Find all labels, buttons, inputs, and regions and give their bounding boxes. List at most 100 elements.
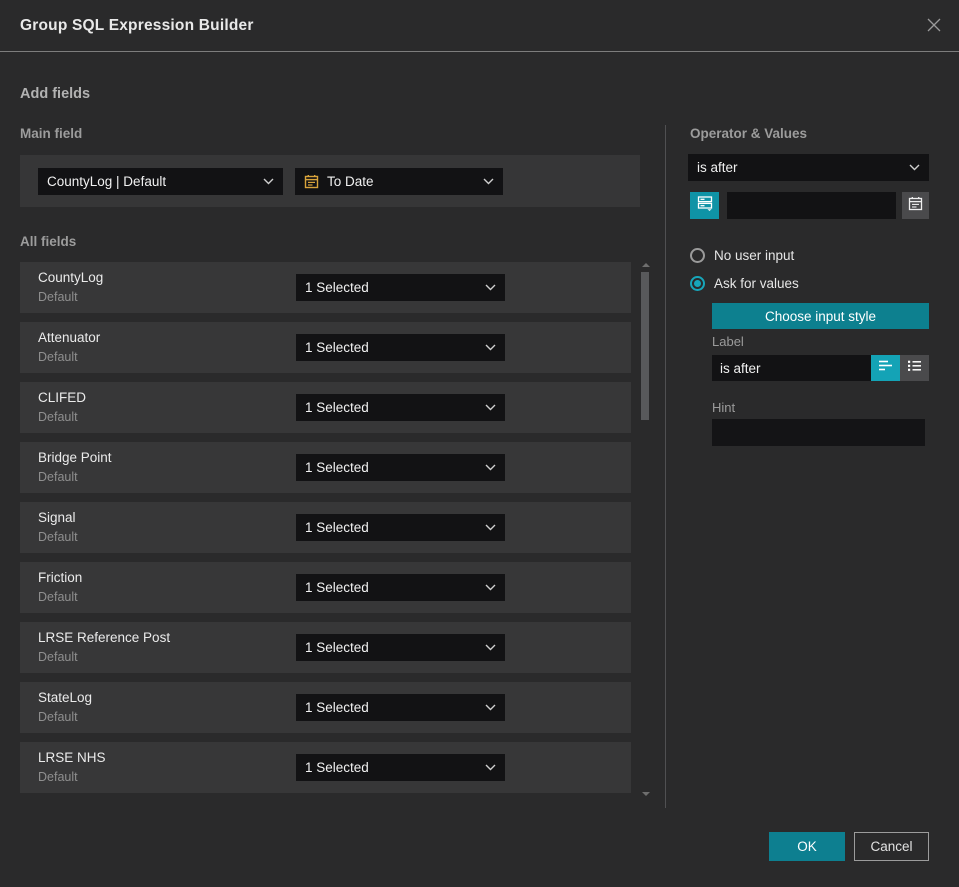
field-count-select-value: 1 Selected bbox=[305, 760, 369, 775]
field-name: LRSE Reference Post bbox=[38, 630, 171, 645]
date-type-select-value: To Date bbox=[327, 174, 374, 189]
chevron-down-icon bbox=[485, 764, 496, 771]
radio-ask-for-values[interactable]: Ask for values bbox=[690, 274, 799, 292]
date-type-select[interactable]: To Date bbox=[295, 168, 503, 195]
field-count-select-value: 1 Selected bbox=[305, 280, 369, 295]
scrollbar-down-arrow[interactable] bbox=[642, 792, 650, 796]
field-row: Friction Default 1 Selected bbox=[20, 562, 631, 613]
choose-input-style-button[interactable]: Choose input style bbox=[712, 303, 929, 329]
align-left-icon bbox=[878, 359, 893, 377]
dialog-titlebar: Group SQL Expression Builder bbox=[0, 0, 959, 52]
chevron-down-icon bbox=[485, 284, 496, 291]
radio-label: Ask for values bbox=[714, 275, 799, 291]
field-subtitle: Default bbox=[38, 470, 78, 484]
field-name: LRSE NHS bbox=[38, 750, 106, 765]
field-row: CLIFED Default 1 Selected bbox=[20, 382, 631, 433]
field-name: CountyLog bbox=[38, 270, 104, 285]
field-subtitle: Default bbox=[38, 530, 78, 544]
radio-on-icon bbox=[690, 275, 705, 291]
field-row: Signal Default 1 Selected bbox=[20, 502, 631, 553]
chevron-down-icon bbox=[485, 584, 496, 591]
field-count-select[interactable]: 1 Selected bbox=[296, 334, 505, 361]
field-row: CountyLog Default 1 Selected bbox=[20, 262, 631, 313]
field-count-select-value: 1 Selected bbox=[305, 700, 369, 715]
field-row: LRSE NHS Default 1 Selected bbox=[20, 742, 631, 793]
operator-values-heading: Operator & Values bbox=[690, 126, 808, 141]
field-count-select-value: 1 Selected bbox=[305, 340, 369, 355]
field-subtitle: Default bbox=[38, 590, 78, 604]
close-button[interactable] bbox=[921, 14, 947, 40]
field-count-select-value: 1 Selected bbox=[305, 400, 369, 415]
main-field-select-value: CountyLog | Default bbox=[47, 174, 167, 189]
operator-select[interactable]: is after bbox=[688, 154, 929, 181]
field-count-select[interactable]: 1 Selected bbox=[296, 694, 505, 721]
all-fields-heading: All fields bbox=[20, 234, 77, 249]
list-input-style-button[interactable] bbox=[900, 355, 929, 381]
main-field-heading: Main field bbox=[20, 126, 83, 141]
main-field-select[interactable]: CountyLog | Default bbox=[38, 168, 283, 195]
label-input[interactable] bbox=[712, 355, 871, 381]
values-from-layer-icon bbox=[697, 195, 713, 216]
field-subtitle: Default bbox=[38, 770, 78, 784]
chevron-down-icon bbox=[909, 164, 920, 171]
field-name: CLIFED bbox=[38, 390, 87, 405]
operator-select-value: is after bbox=[697, 160, 738, 175]
field-count-select[interactable]: 1 Selected bbox=[296, 454, 505, 481]
hint-caption: Hint bbox=[712, 400, 736, 415]
field-subtitle: Default bbox=[38, 290, 78, 304]
ok-button[interactable]: OK bbox=[769, 832, 845, 861]
add-fields-heading: Add fields bbox=[20, 86, 91, 102]
values-from-layer-button[interactable] bbox=[690, 192, 719, 219]
field-count-select[interactable]: 1 Selected bbox=[296, 394, 505, 421]
chevron-down-icon bbox=[485, 404, 496, 411]
field-row: Bridge Point Default 1 Selected bbox=[20, 442, 631, 493]
field-name: Friction bbox=[38, 570, 83, 585]
list-scrollbar[interactable] bbox=[640, 258, 651, 800]
scrollbar-thumb[interactable] bbox=[641, 272, 649, 420]
field-subtitle: Default bbox=[38, 710, 78, 724]
chevron-down-icon bbox=[485, 524, 496, 531]
field-name: StateLog bbox=[38, 690, 93, 705]
calendar-icon bbox=[908, 196, 923, 216]
field-row: Attenuator Default 1 Selected bbox=[20, 322, 631, 373]
field-subtitle: Default bbox=[38, 410, 78, 424]
field-count-select-value: 1 Selected bbox=[305, 460, 369, 475]
chevron-down-icon bbox=[483, 178, 494, 185]
bulleted-list-icon bbox=[907, 359, 922, 377]
field-subtitle: Default bbox=[38, 650, 78, 664]
chevron-down-icon bbox=[485, 344, 496, 351]
scrollbar-up-arrow[interactable] bbox=[642, 263, 650, 267]
field-count-select-value: 1 Selected bbox=[305, 580, 369, 595]
field-name: Signal bbox=[38, 510, 76, 525]
field-name: Attenuator bbox=[38, 330, 101, 345]
all-fields-list: CountyLog Default 1 Selected Attenuator … bbox=[20, 262, 631, 802]
chevron-down-icon bbox=[263, 178, 274, 185]
hint-input[interactable] bbox=[712, 419, 925, 446]
chevron-down-icon bbox=[485, 704, 496, 711]
date-picker-button[interactable] bbox=[902, 192, 929, 219]
field-count-select[interactable]: 1 Selected bbox=[296, 274, 505, 301]
field-subtitle: Default bbox=[38, 350, 78, 364]
close-icon bbox=[925, 16, 943, 39]
field-count-select-value: 1 Selected bbox=[305, 640, 369, 655]
panel-divider bbox=[665, 125, 666, 808]
field-count-select[interactable]: 1 Selected bbox=[296, 514, 505, 541]
field-count-select[interactable]: 1 Selected bbox=[296, 574, 505, 601]
field-count-select[interactable]: 1 Selected bbox=[296, 634, 505, 661]
calendar-icon bbox=[304, 174, 319, 189]
label-caption: Label bbox=[712, 334, 744, 349]
main-field-panel: CountyLog | Default To Date bbox=[20, 155, 640, 207]
field-count-select-value: 1 Selected bbox=[305, 520, 369, 535]
dialog-title: Group SQL Expression Builder bbox=[20, 17, 254, 34]
field-row: StateLog Default 1 Selected bbox=[20, 682, 631, 733]
cancel-button[interactable]: Cancel bbox=[854, 832, 929, 861]
date-value-input[interactable] bbox=[727, 192, 896, 219]
field-count-select[interactable]: 1 Selected bbox=[296, 754, 505, 781]
chevron-down-icon bbox=[485, 464, 496, 471]
single-input-style-button[interactable] bbox=[871, 355, 900, 381]
radio-off-icon bbox=[690, 247, 705, 263]
radio-no-user-input[interactable]: No user input bbox=[690, 246, 794, 264]
field-row: LRSE Reference Post Default 1 Selected bbox=[20, 622, 631, 673]
chevron-down-icon bbox=[485, 644, 496, 651]
field-name: Bridge Point bbox=[38, 450, 112, 465]
